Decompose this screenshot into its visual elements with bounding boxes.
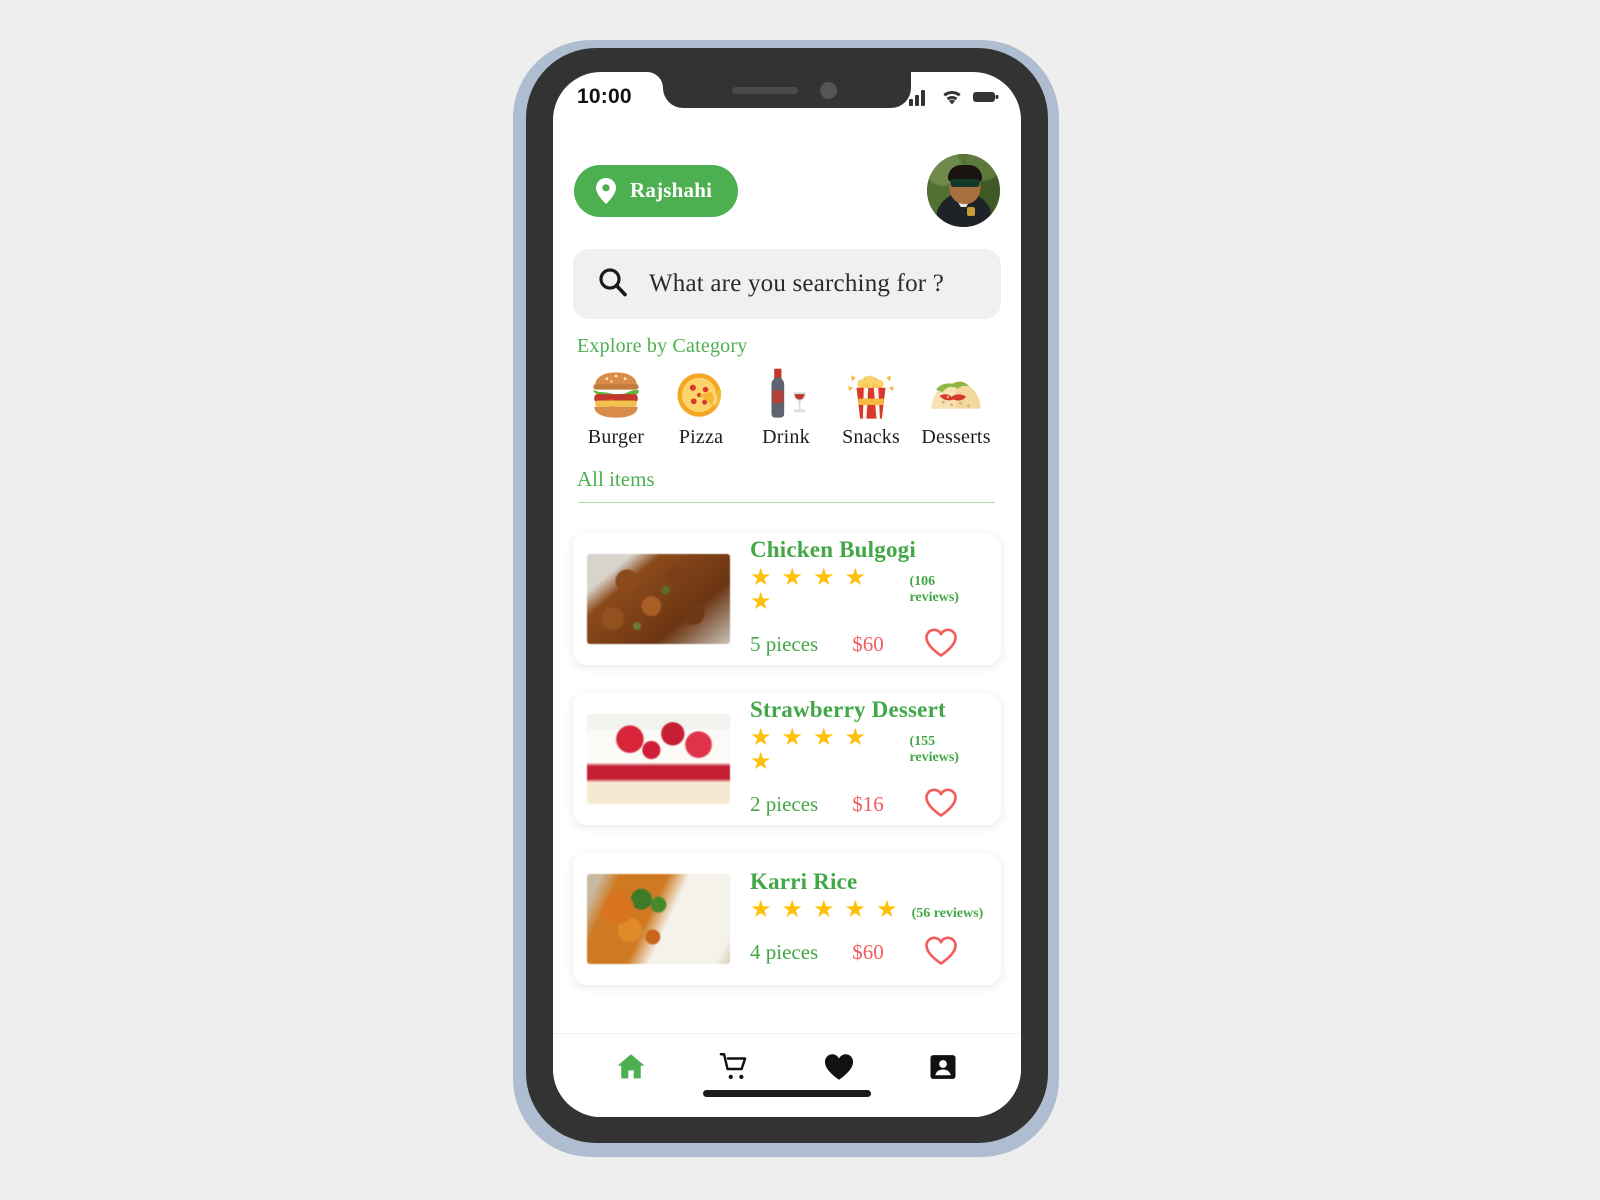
avatar-badge (967, 207, 976, 216)
volume-down-button[interactable] (530, 420, 539, 476)
phone-body: 10:00 Rajshahi What are you searching fo… (526, 48, 1048, 1143)
food-thumbnail (587, 874, 730, 964)
contact-icon (928, 1052, 958, 1087)
category-label: Snacks (842, 426, 900, 448)
status-icons (909, 88, 999, 106)
home-indicator (703, 1090, 871, 1097)
taco-icon (927, 366, 985, 424)
category-label: Burger (587, 426, 645, 448)
scroll-area[interactable]: Rajshahi What are you searching for ? Ex… (553, 118, 1021, 1033)
search-icon (597, 266, 629, 303)
signal-icon (909, 88, 931, 106)
location-label: Rajshahi (630, 178, 713, 202)
search-input[interactable]: What are you searching for ? (573, 249, 1001, 319)
phone-mockup: 10:00 Rajshahi What are you searching fo… (513, 40, 1059, 1157)
drink-icon (757, 366, 815, 424)
category-label: Pizza (678, 426, 724, 448)
food-card-info: Chicken Bulgogi ★ ★ ★ ★ ★ (106 reviews) … (750, 535, 987, 662)
food-card[interactable]: Chicken Bulgogi ★ ★ ★ ★ ★ (106 reviews) … (573, 533, 1001, 665)
app-root: Rajshahi What are you searching for ? Ex… (553, 72, 1021, 1117)
review-count: (106 reviews) (909, 573, 959, 605)
rating-row: ★ ★ ★ ★ ★ (56 reviews) (750, 898, 987, 922)
all-items-title: All items (577, 467, 655, 491)
food-item-list: Chicken Bulgogi ★ ★ ★ ★ ★ (106 reviews) … (573, 533, 1001, 985)
avatar-sunglasses (950, 179, 980, 187)
mute-switch[interactable] (532, 286, 540, 316)
avatar[interactable] (927, 154, 1000, 227)
price: $16 (852, 792, 884, 817)
front-camera (819, 81, 837, 99)
category-item-drink[interactable]: Drink (747, 366, 825, 449)
star-rating: ★ ★ ★ ★ ★ (750, 896, 900, 923)
earpiece-speaker (731, 86, 798, 94)
phone-screen: 10:00 Rajshahi What are you searching fo… (553, 72, 1021, 1117)
status-time: 10:00 (577, 85, 632, 108)
nav-item-favorites[interactable] (807, 1044, 871, 1096)
home-icon (614, 1050, 648, 1089)
rating-row: ★ ★ ★ ★ ★ (155 reviews) (750, 726, 987, 774)
power-button[interactable] (1035, 378, 1044, 462)
price: $60 (852, 940, 884, 965)
food-thumbnail (587, 554, 730, 644)
battery-icon (973, 89, 999, 105)
star-rating: ★ ★ ★ ★ ★ (750, 564, 869, 615)
device-notch (663, 72, 911, 108)
bottom-navigation (553, 1033, 1021, 1117)
piece-count: 5 pieces (750, 632, 819, 657)
heart-outline-icon[interactable] (924, 787, 958, 823)
food-name: Chicken Bulgogi (750, 537, 916, 563)
piece-count: 4 pieces (750, 940, 819, 965)
app-header: Rajshahi (573, 154, 1001, 227)
nav-item-cart[interactable] (703, 1044, 767, 1096)
pizza-icon (672, 366, 730, 424)
cart-icon (718, 1050, 752, 1089)
meta-row: 4 pieces $60 (750, 935, 987, 971)
wifi-icon (940, 88, 964, 106)
nav-item-home[interactable] (599, 1044, 663, 1096)
meta-row: 2 pieces $16 (750, 787, 987, 823)
popcorn-icon (842, 366, 900, 424)
section-divider (579, 502, 995, 503)
food-card-info: Karri Rice ★ ★ ★ ★ ★ (56 reviews) 4 piec… (750, 867, 987, 970)
location-pin-icon (596, 177, 616, 204)
category-label: Drink (762, 426, 810, 448)
rating-row: ★ ★ ★ ★ ★ (106 reviews) (750, 566, 987, 614)
piece-count: 2 pieces (750, 792, 819, 817)
food-card-info: Strawberry Dessert ★ ★ ★ ★ ★ (155 review… (750, 695, 987, 822)
heart-outline-icon[interactable] (924, 935, 958, 971)
price: $60 (852, 632, 884, 657)
food-card[interactable]: Strawberry Dessert ★ ★ ★ ★ ★ (155 review… (573, 693, 1001, 825)
volume-up-button[interactable] (530, 348, 539, 404)
search-placeholder: What are you searching for ? (649, 270, 945, 297)
category-item-burger[interactable]: Burger (577, 366, 655, 449)
food-thumbnail (587, 714, 730, 804)
category-section-title: Explore by Category (577, 335, 748, 357)
food-card[interactable]: Karri Rice ★ ★ ★ ★ ★ (56 reviews) 4 piec… (573, 853, 1001, 985)
category-list: Burger Pizza Drink Snacks Desserts (573, 366, 1001, 449)
heart-outline-icon[interactable] (924, 627, 958, 663)
review-count: (155 reviews) (909, 733, 959, 765)
nav-item-profile[interactable] (911, 1044, 975, 1096)
food-name: Karri Rice (750, 869, 858, 895)
category-item-snacks[interactable]: Snacks (832, 366, 910, 449)
heart-icon (823, 1052, 855, 1087)
meta-row: 5 pieces $60 (750, 627, 987, 663)
burger-icon (587, 366, 645, 424)
category-item-pizza[interactable]: Pizza (662, 366, 740, 449)
review-count: (56 reviews) (911, 905, 984, 921)
category-item-desserts[interactable]: Desserts (917, 366, 995, 449)
food-name: Strawberry Dessert (750, 697, 946, 723)
star-rating: ★ ★ ★ ★ ★ (750, 724, 869, 775)
location-selector-button[interactable]: Rajshahi (574, 164, 739, 217)
category-label: Desserts (921, 426, 991, 448)
